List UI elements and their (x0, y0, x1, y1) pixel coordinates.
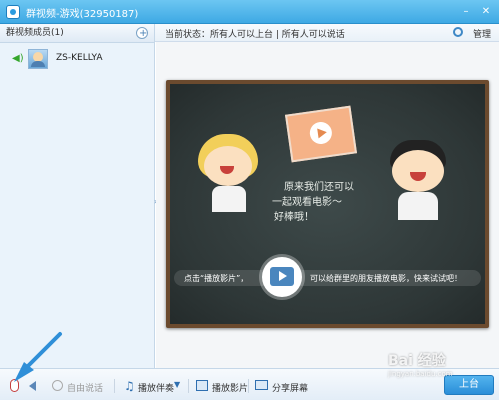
girl-illustration (198, 134, 266, 212)
microphone-icon[interactable] (10, 379, 19, 392)
screen-share-icon (255, 380, 268, 390)
play-movie-button[interactable] (262, 257, 302, 297)
boy-illustration (384, 140, 454, 220)
chalk-line-2: 一起观看电影～ (272, 197, 342, 208)
toolbar-divider (248, 379, 249, 393)
close-icon[interactable]: ✕ (478, 4, 494, 20)
music-note-icon: ♫ (124, 379, 135, 393)
play-movie-toolbar-button[interactable]: 播放影片 (212, 381, 248, 394)
share-screen-button[interactable]: 分享屏幕 (272, 381, 308, 394)
upstage-button[interactable]: 上台 (444, 375, 494, 395)
members-panel: 群视频成员(1) ◀) ZS-KELLYA (0, 24, 155, 368)
chalkboard: 原来我们还可以 一起观看电影～ 好棒哦！ 点击“播放影片”， 可以给群里的朋友播… (170, 84, 485, 324)
manage-button[interactable]: 管理 (473, 27, 491, 40)
member-name: ZS-KELLYA (56, 53, 103, 63)
watermark-sub: jingyan.baidu.com (388, 370, 453, 378)
chalk-text: 原来我们还可以 一起观看电影～ 好棒哦！ (272, 180, 354, 225)
status-text: 当前状态：所有人可以上台 | 所有人可以说话 (165, 30, 345, 40)
status-bar: 当前状态：所有人可以上台 | 所有人可以说话 管理 (155, 24, 499, 42)
members-header-label: 群视频成员(1) (6, 28, 64, 38)
member-item[interactable]: ◀) ZS-KELLYA (0, 47, 154, 75)
app-icon (6, 5, 20, 19)
minimize-icon[interactable]: – (458, 4, 474, 20)
window-title: 群视频-游戏(32950187) (26, 9, 139, 20)
watermark-main: Bai 经验 (388, 353, 446, 369)
music-button[interactable]: 播放伴奏 (138, 381, 174, 394)
chalk-line-1: 原来我们还可以 (284, 182, 354, 193)
avatar (28, 49, 48, 69)
invite-icon[interactable] (136, 25, 148, 43)
play-icon (270, 267, 294, 286)
title-bar: 群视频-游戏(32950187) – ✕ (0, 0, 499, 24)
watermark-logo: Bai 经验 jingyan.baidu.com (388, 350, 453, 378)
movie-card (284, 105, 358, 163)
play-hint-bar: 点击“播放影片”， 可以给群里的朋友播放电影，快来试试吧！ (170, 268, 485, 288)
volume-icon[interactable] (29, 381, 36, 391)
members-header: 群视频成员(1) (0, 24, 154, 43)
free-talk-button[interactable]: 自由说话 (67, 381, 103, 394)
free-talk-icon (52, 380, 63, 391)
speaking-icon: ◀) (12, 53, 24, 64)
play-icon (308, 120, 334, 146)
gear-icon[interactable] (453, 27, 463, 37)
chalk-line-3: 好棒哦！ (274, 212, 314, 223)
hint-left-text: 点击“播放影片”， (184, 274, 249, 283)
chevron-down-icon[interactable]: ▼ (174, 380, 180, 389)
movie-icon (196, 380, 208, 391)
hint-right-text: 可以给群里的朋友播放电影，快来试试吧！ (310, 274, 462, 283)
toolbar-divider (114, 379, 115, 393)
toolbar-divider (188, 379, 189, 393)
